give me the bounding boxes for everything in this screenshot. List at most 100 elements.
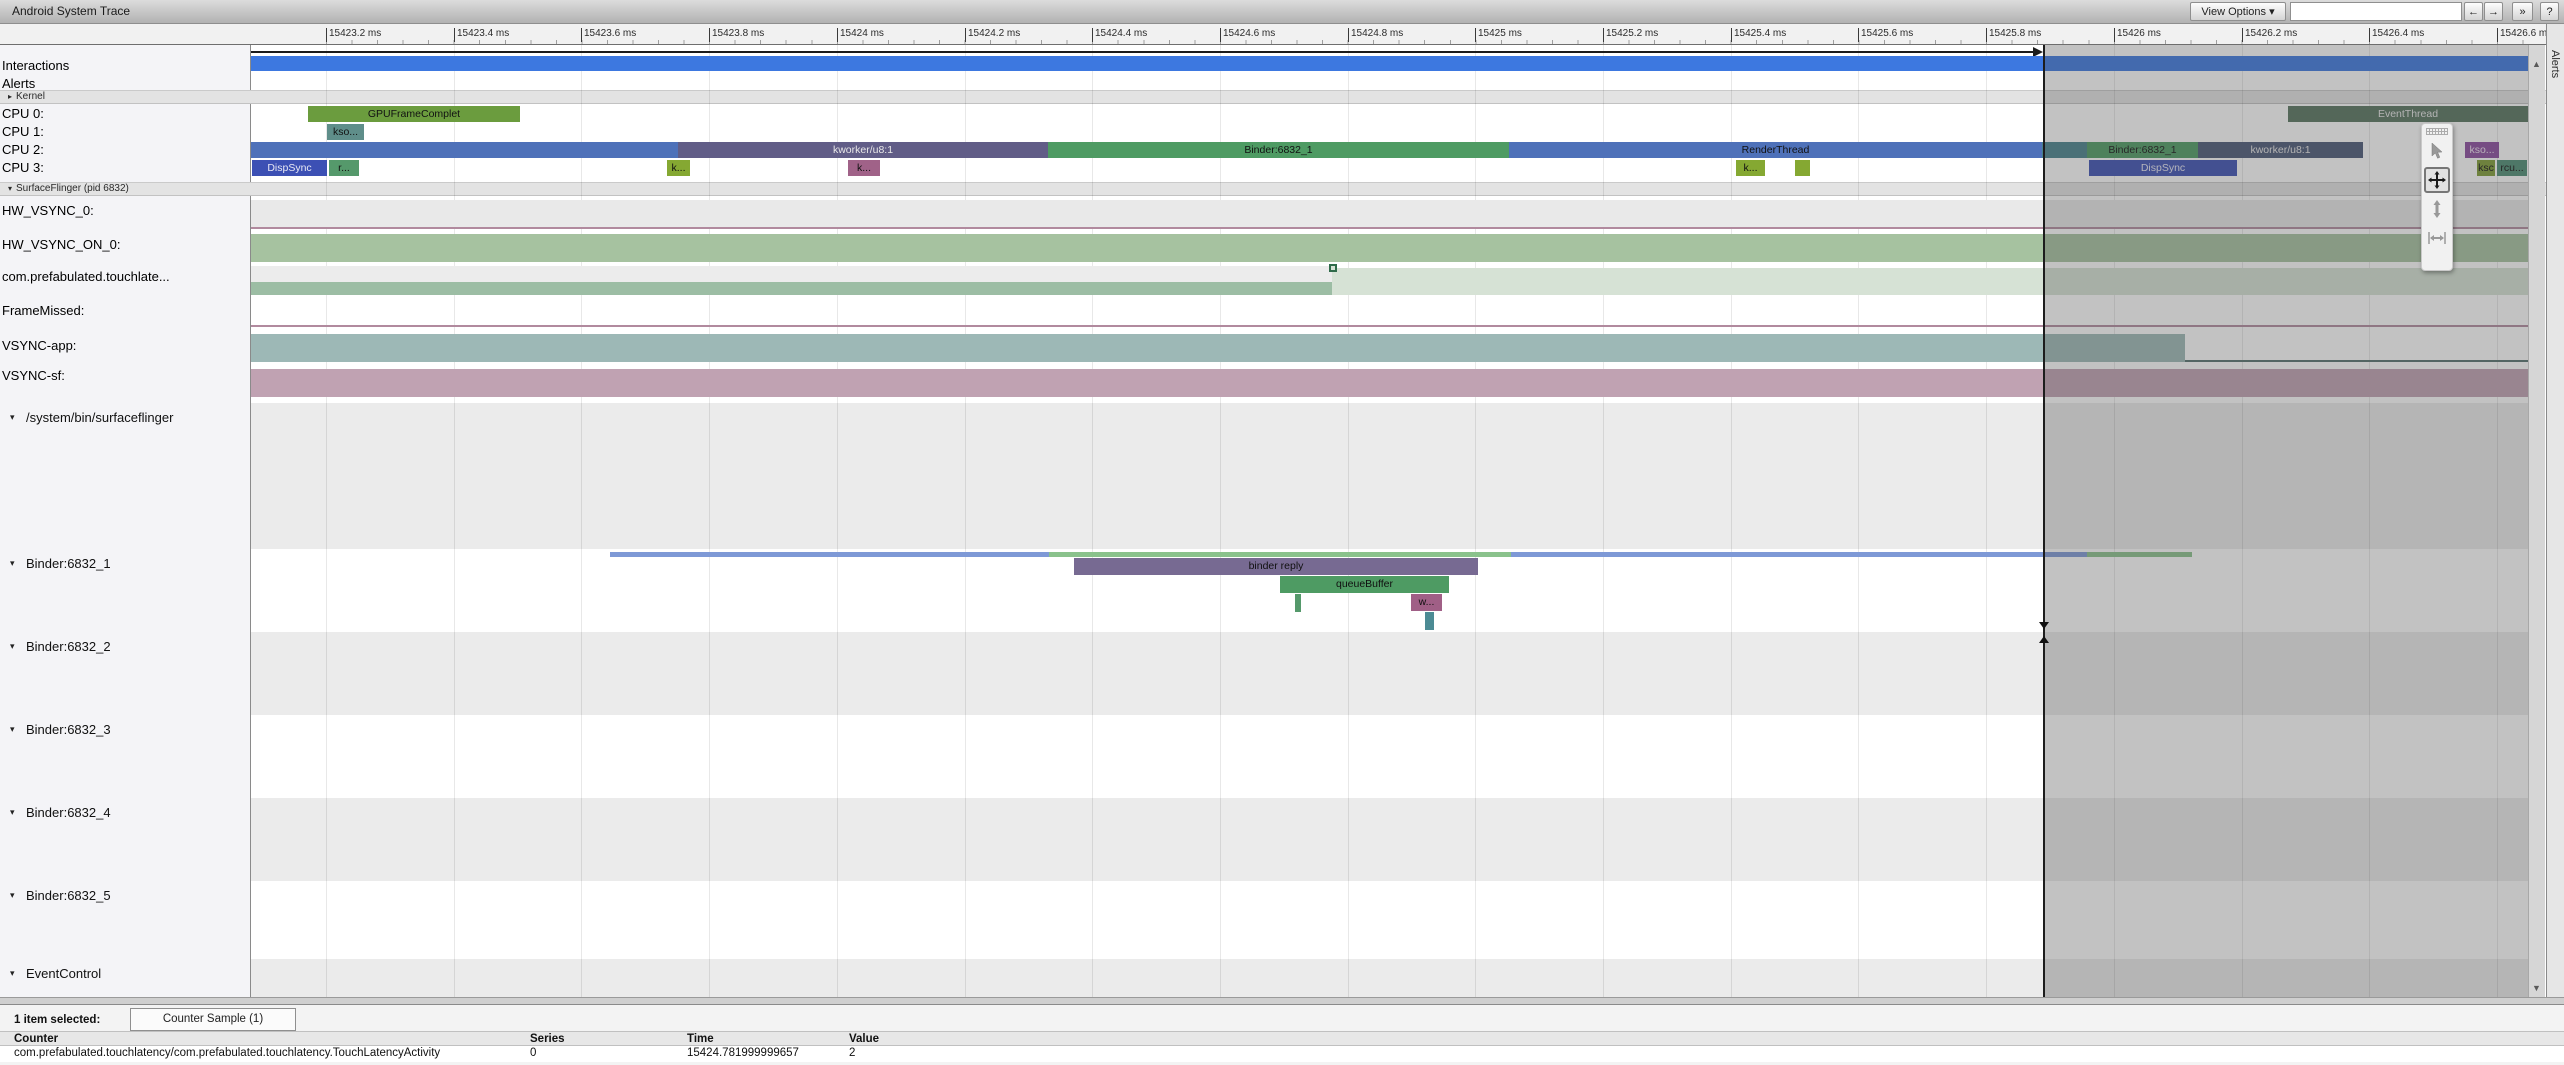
trace-slice[interactable]: GPUFrameComplet <box>308 106 520 122</box>
find-previous-button[interactable]: ← <box>2464 2 2483 21</box>
column-series: Series <box>530 1033 565 1045</box>
scroll-down-icon[interactable]: ▼ <box>2532 983 2541 993</box>
section-label-text: Binder:6832_3 <box>26 722 111 737</box>
expand-arrow-icon: ▾ <box>8 184 12 193</box>
help-button[interactable]: ? <box>2540 2 2559 21</box>
section-label-binder-6832-4[interactable]: ▾ Binder:6832_4 <box>0 805 111 820</box>
section-label-eventcontrol[interactable]: ▾EventControl <box>0 966 101 981</box>
pan-move-icon <box>2428 171 2446 189</box>
trace-slice[interactable]: DispSync <box>252 160 327 176</box>
trace-slice[interactable]: k... <box>848 160 880 176</box>
vertical-scrollbar[interactable]: ▲ ▼ <box>2528 45 2545 997</box>
cell-counter: com.prefabulated.touchlatency/com.prefab… <box>14 1047 440 1059</box>
dimmed-region-overlay <box>2045 45 2528 997</box>
ruler-tick: 15426.6 ms <box>2497 28 2546 42</box>
expand-arrow-icon[interactable]: ▾ <box>10 968 15 979</box>
expand-arrow-icon[interactable]: ▾ <box>10 641 15 652</box>
android-system-trace-window: Android System Trace View Options ▾ ← → … <box>0 0 2564 1065</box>
section-label-binder-6832-2[interactable]: ▾Binder:6832_2 <box>0 639 111 654</box>
select-mode-button[interactable] <box>2424 138 2450 164</box>
flow-line-segment <box>1049 552 1511 557</box>
trace-slice[interactable] <box>1295 594 1301 612</box>
trace-slice[interactable] <box>251 142 678 158</box>
ruler-tick: 15426 ms <box>2114 28 2161 42</box>
flow-line-segment <box>610 552 1049 557</box>
window-titlebar: Android System Trace View Options ▾ ← → … <box>0 0 2564 24</box>
ruler-tick: 15424.4 ms <box>1092 28 1147 42</box>
find-next-button[interactable]: → <box>2484 2 2503 21</box>
ruler-tick: 15426.2 ms <box>2242 28 2297 42</box>
counter-track-vsync-app[interactable] <box>251 334 2185 362</box>
analysis-table-row[interactable]: com.prefabulated.touchlatency/com.prefab… <box>0 1046 2564 1062</box>
expand-arrow-icon[interactable]: ▾ <box>10 558 15 569</box>
column-value: Value <box>849 1033 879 1045</box>
section-label-text: Binder:6832_5 <box>26 888 111 903</box>
flow-line-segment <box>1511 552 2087 557</box>
trace-slice[interactable]: RenderThread <box>1509 142 2042 158</box>
cursor-arrow-icon <box>2430 143 2444 159</box>
trace-slice[interactable]: queueBuffer <box>1280 576 1449 593</box>
window-title: Android System Trace <box>12 4 130 18</box>
expand-arrow-icon[interactable]: ▾ <box>10 807 15 818</box>
expand-arrow-icon[interactable]: ▾ <box>10 412 15 423</box>
ruler-tick: 15425.4 ms <box>1731 28 1786 42</box>
trace-slice[interactable] <box>1795 160 1810 176</box>
section-label--system-bin-surfaceflinger[interactable]: ▾ /system/bin/surfaceflinger <box>0 410 173 425</box>
collapse-arrow-icon: ▸ <box>8 92 12 101</box>
expand-arrow-icon[interactable]: ▾ <box>10 724 15 735</box>
zoom-mode-button[interactable] <box>2424 196 2450 222</box>
expand-arrow-icon[interactable]: ▾ <box>10 890 15 901</box>
pan-mode-button[interactable] <box>2424 167 2450 193</box>
section-label-text: Binder:6832_4 <box>26 805 111 820</box>
section-label-binder-6832-1[interactable]: ▾ Binder:6832_1 <box>0 556 111 571</box>
section-label-binder-6832-3[interactable]: ▾ Binder:6832_3 <box>0 722 111 737</box>
ruler-tick: 15424.8 ms <box>1348 28 1403 42</box>
cell-value: 2 <box>849 1047 855 1059</box>
kernel-group-label: Kernel <box>16 91 45 102</box>
ruler-tick: 15423.4 ms <box>454 28 509 42</box>
trace-slice[interactable]: kso... <box>327 124 364 140</box>
toolbar-drag-grip[interactable] <box>2426 128 2448 135</box>
selection-marker-line[interactable] <box>2043 45 2045 997</box>
trace-slice[interactable]: Binder:6832_1 <box>1048 142 1509 158</box>
analysis-table-header: Counter Series Time Value <box>0 1031 2564 1046</box>
metadata-button[interactable]: » <box>2512 2 2533 21</box>
ruler-tick: 15423.8 ms <box>709 28 764 42</box>
counter-label: com.prefabulated.touchlate... <box>2 269 170 284</box>
alerts-tab-label[interactable]: Alerts <box>2549 50 2561 78</box>
ruler-tick: 15425.8 ms <box>1986 28 2041 42</box>
trace-slice[interactable]: kworker/u8:1 <box>678 142 1048 158</box>
section-label-text: /system/bin/surfaceflinger <box>26 410 173 425</box>
mouse-mode-toolbar <box>2421 123 2453 271</box>
counter-label: HW_VSYNC_ON_0: <box>2 237 120 252</box>
trace-slice[interactable]: w... <box>1411 594 1442 611</box>
marker-handle-top-icon[interactable] <box>2039 622 2049 629</box>
trace-slice[interactable]: binder reply <box>1074 558 1478 575</box>
cell-time: 15424.781999999657 <box>687 1047 799 1059</box>
counter-label: VSYNC-sf: <box>2 368 65 383</box>
marker-handle-bottom-icon[interactable] <box>2039 636 2049 643</box>
panel-resize-divider[interactable] <box>0 997 2564 1005</box>
counter-track-touchlatency-value[interactable] <box>251 282 1332 295</box>
vertical-zoom-icon <box>2430 200 2444 218</box>
ruler-tick: 15425 ms <box>1475 28 1522 42</box>
view-options-button[interactable]: View Options ▾ <box>2190 2 2286 21</box>
timing-mode-button[interactable] <box>2424 225 2450 251</box>
ruler-tick: 15426.4 ms <box>2369 28 2424 42</box>
counter-track-touchlatency-bg[interactable] <box>251 266 1332 282</box>
trace-slice[interactable]: r... <box>329 160 359 176</box>
timeline-ruler[interactable]: 15423.2 ms15423.4 ms15423.6 ms15423.8 ms… <box>0 24 2546 45</box>
row-label-cpu-0-: CPU 0: <box>2 106 44 121</box>
trace-slice[interactable]: k... <box>1736 160 1765 176</box>
search-input[interactable] <box>2290 2 2462 21</box>
tab-counter-sample[interactable]: Counter Sample (1) <box>130 1008 296 1031</box>
ruler-tick: 15423.6 ms <box>581 28 636 42</box>
trace-slice[interactable] <box>1425 612 1434 630</box>
alerts-side-panel[interactable]: Alerts <box>2546 24 2564 997</box>
track-viewport[interactable]: ▸Kernel ▾SurfaceFlinger (pid 6832) Inter… <box>0 45 2564 997</box>
section-label-binder-6832-5[interactable]: ▾ Binder:6832_5 <box>0 888 111 903</box>
selected-counter-sample-marker[interactable] <box>1329 264 1337 272</box>
scroll-up-icon[interactable]: ▲ <box>2532 59 2541 69</box>
section-label-text: Binder:6832_1 <box>26 556 111 571</box>
trace-slice[interactable]: k... <box>667 160 690 176</box>
